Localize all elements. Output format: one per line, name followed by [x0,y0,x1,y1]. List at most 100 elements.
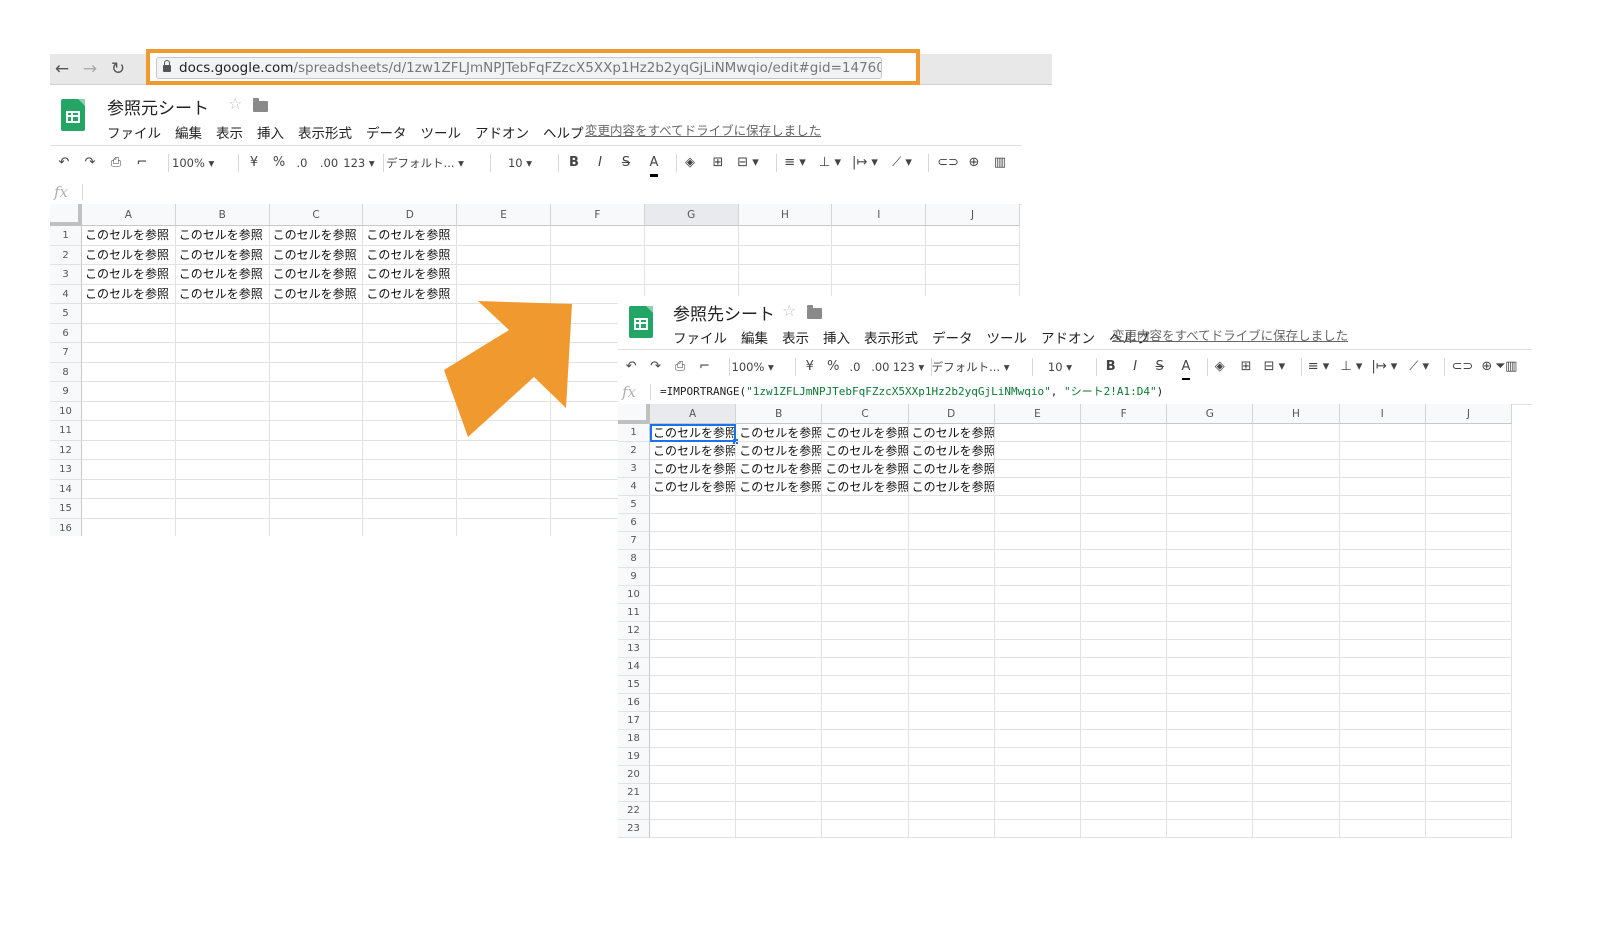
cell[interactable] [908,820,995,838]
cell[interactable] [1167,658,1254,676]
cell[interactable] [1167,766,1254,784]
cell[interactable] [1339,496,1426,514]
cell[interactable] [908,604,995,622]
cell[interactable] [1253,802,1340,820]
cell[interactable] [1339,622,1426,640]
cell[interactable] [822,748,909,766]
cell[interactable] [650,550,737,568]
cell[interactable] [908,730,995,748]
cell[interactable] [1425,568,1512,586]
cell[interactable] [822,820,909,838]
cell[interactable] [994,514,1081,532]
cell[interactable] [650,568,737,586]
cell[interactable] [908,568,995,586]
cell[interactable] [1167,676,1254,694]
cell[interactable] [1081,712,1168,730]
cell[interactable] [1253,604,1340,622]
cell[interactable] [736,658,823,676]
zoom-select[interactable]: 100% ▾ [732,350,774,384]
cell[interactable] [736,496,823,514]
row-header[interactable]: 9 [618,568,650,586]
cell[interactable] [736,586,823,604]
cell[interactable] [1339,658,1426,676]
cell[interactable] [1167,784,1254,802]
grid-corner[interactable] [618,404,650,424]
cell[interactable] [908,532,995,550]
menu-item[interactable]: アドオン [1041,331,1095,347]
cell[interactable] [908,658,995,676]
cell[interactable] [994,424,1081,442]
cell[interactable] [1167,640,1254,658]
row-header[interactable]: 11 [618,604,650,622]
cell[interactable] [1425,532,1512,550]
cell[interactable] [822,784,909,802]
number-format-button[interactable]: 123 ▾ [889,350,929,384]
cell[interactable] [1253,496,1340,514]
cell[interactable] [1167,748,1254,766]
cell[interactable] [822,604,909,622]
row-header[interactable]: 16 [618,694,650,712]
cell[interactable] [1081,802,1168,820]
cell[interactable] [1339,730,1426,748]
cell[interactable] [736,766,823,784]
cell[interactable] [1339,550,1426,568]
cell[interactable] [1253,712,1340,730]
cell[interactable] [1167,550,1254,568]
cell[interactable] [736,532,823,550]
star-icon[interactable]: ☆ [782,301,796,320]
cell[interactable] [822,712,909,730]
cell[interactable] [1339,514,1426,532]
cell[interactable] [994,640,1081,658]
cell[interactable] [650,514,737,532]
row-header[interactable]: 13 [618,640,650,658]
cell[interactable] [1167,460,1254,478]
cell[interactable] [1081,622,1168,640]
filter-icon[interactable]: ⏷ [1490,350,1510,384]
cell[interactable] [822,658,909,676]
cell[interactable] [1253,820,1340,838]
row-header[interactable]: 12 [618,622,650,640]
cell[interactable] [736,604,823,622]
cell[interactable] [908,640,995,658]
cell[interactable] [1081,640,1168,658]
cell[interactable] [1253,424,1340,442]
cell[interactable] [1081,568,1168,586]
cell[interactable] [994,550,1081,568]
column-header[interactable]: I [1339,404,1426,424]
cell[interactable] [1081,676,1168,694]
row-header[interactable]: 21 [618,784,650,802]
cell[interactable] [1425,442,1512,460]
cell[interactable] [822,550,909,568]
cell[interactable] [908,766,995,784]
cell[interactable] [994,766,1081,784]
data-cell[interactable]: このセルを参照 [908,424,995,442]
cell[interactable] [1081,496,1168,514]
cell[interactable] [822,802,909,820]
cell[interactable] [650,676,737,694]
cell[interactable] [1081,694,1168,712]
cell[interactable] [908,712,995,730]
cell[interactable] [736,568,823,586]
cell[interactable] [1253,442,1340,460]
cell[interactable] [1253,640,1340,658]
cell[interactable] [1339,478,1426,496]
cell[interactable] [736,748,823,766]
formula-text[interactable]: =IMPORTRANGE("1zw1ZFLJmNPJTebFqFZzcX5XXp… [660,380,1163,404]
cell[interactable] [1339,640,1426,658]
cell[interactable] [994,532,1081,550]
cell[interactable] [994,658,1081,676]
cell[interactable] [1081,784,1168,802]
cell[interactable] [908,586,995,604]
cell[interactable] [736,802,823,820]
formula-bar[interactable]: fx =IMPORTRANGE("1zw1ZFLJmNPJTebFqFZzcX5… [618,380,1532,405]
cell[interactable] [1339,460,1426,478]
cell[interactable] [1425,478,1512,496]
row-header[interactable]: 3 [618,460,650,478]
cell[interactable] [1339,676,1426,694]
paint-format-icon[interactable]: ⌐ [685,350,725,384]
cell[interactable] [1081,550,1168,568]
cell[interactable] [1081,586,1168,604]
data-cell[interactable]: このセルを参照 [908,442,995,460]
cell[interactable] [1425,640,1512,658]
cell[interactable] [1425,784,1512,802]
